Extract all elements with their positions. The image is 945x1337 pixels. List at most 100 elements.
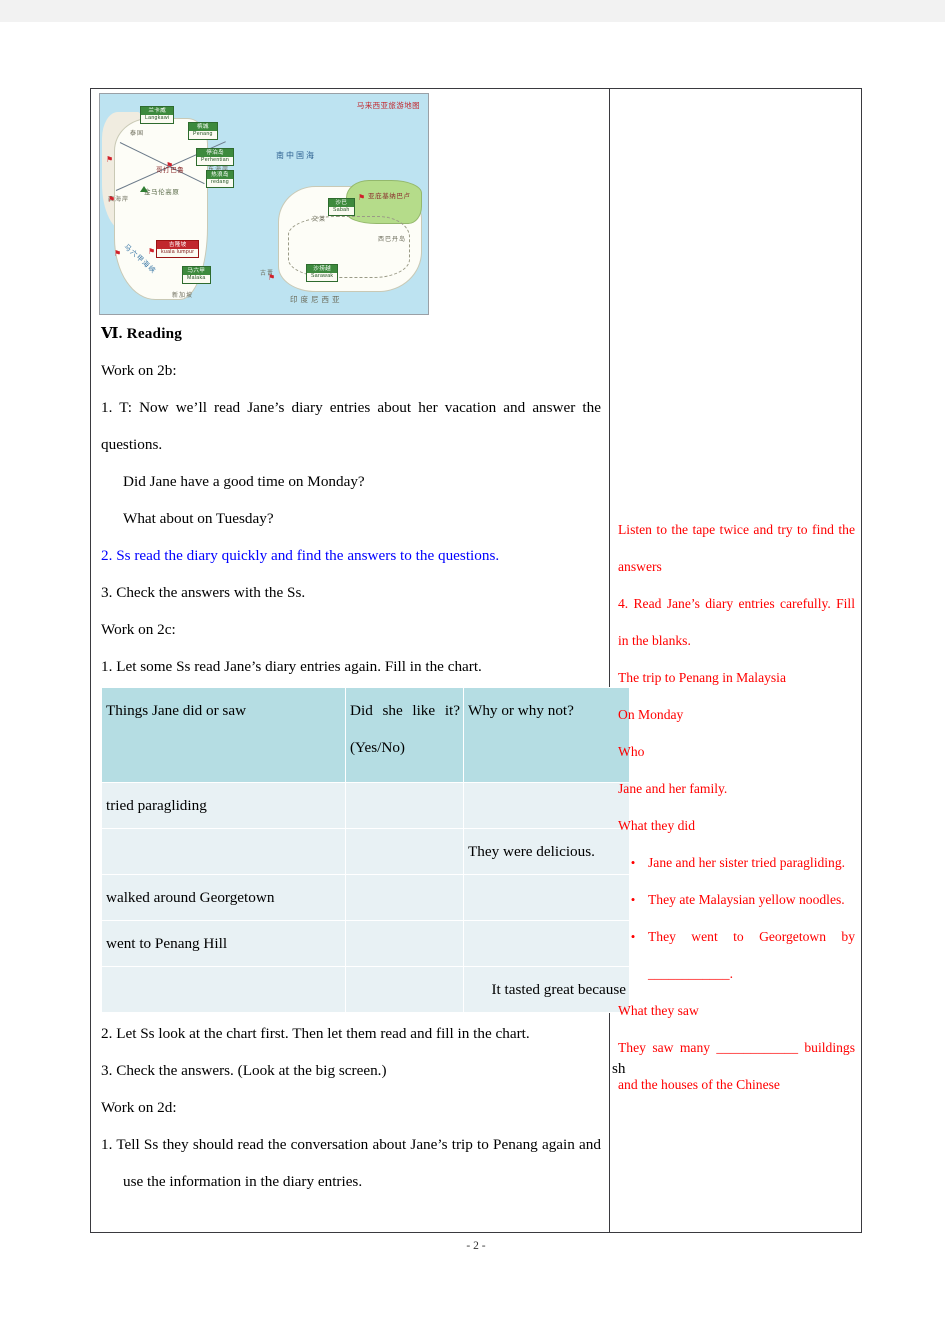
map-place-cn-langkawi: 兰卡威	[141, 107, 174, 116]
table-header-why: Why or why not?	[463, 687, 630, 783]
map-place-cn-perhentian: 停泊岛	[197, 149, 234, 158]
cell-like-2	[345, 828, 464, 875]
right-note-step-4: 4. Read Jane’s diary entries carefully. …	[618, 596, 859, 648]
table-header-row: Things Jane did or saw Did she like it? …	[101, 687, 630, 783]
map-place-en-penang: Penang	[189, 131, 217, 140]
map-place-en-perhentian: Perhentian	[197, 157, 234, 166]
right-note-who-answer: Jane and her family.	[618, 781, 728, 796]
map-place-label-sabah: 沙巴 Sabah	[328, 198, 355, 217]
map-label-singapore: 新加坡	[172, 293, 194, 299]
step-2b-3: 3. Check the answers with the Ss.	[101, 584, 306, 601]
table-row: tried paragliding	[101, 782, 630, 829]
map-flag-icon-6: ⚑	[358, 193, 366, 202]
cell-thing-1: tried paragliding	[101, 782, 346, 829]
map-place-cn-penang: 槟城	[189, 123, 217, 132]
step-2d-1: 1. Tell Ss they should read the conversa…	[101, 1136, 605, 1190]
cell-like-3	[345, 874, 464, 921]
table-header-did-she-like: Did she like it? (Yes/No)	[345, 687, 464, 783]
right-note-who-heading: Who	[618, 744, 645, 759]
work-on-2c-label: Work on 2c:	[101, 621, 176, 638]
table-row: walked around Georgetown	[101, 874, 630, 921]
page-top-margin-strip	[0, 0, 945, 22]
table-row: It tasted great because	[101, 966, 630, 1013]
cell-thing-4: went to Penang Hill	[101, 920, 346, 967]
map-place-label-perhentian: 停泊岛 Perhentian	[196, 148, 235, 167]
right-note-what-they-saw-answer: They saw many ____________ buildings and…	[618, 1040, 859, 1092]
map-flag-icon-5: ⚑	[148, 247, 156, 256]
right-bullet-paragliding: Jane and her sister tried paragliding.	[648, 855, 846, 870]
right-note-what-they-saw-heading: What they saw	[618, 1003, 699, 1018]
right-bullet-noodles: They ate Malaysian yellow noodles.	[648, 892, 845, 907]
malaysia-tourism-map-image: 马来西亚旅游地图 南中国海 马六甲海峡 泰国 东海岸 西海岸 新加坡 印度尼西亚…	[99, 93, 429, 315]
work-on-2b-label: Work on 2b:	[101, 362, 177, 379]
question-monday: Did Jane have a good time on Monday?	[123, 473, 365, 490]
map-place-en-redang: redang	[207, 179, 233, 188]
right-note-trip-title: The trip to Penang in Malaysia	[618, 670, 786, 685]
map-city-kota-kinabalu: 亚庇基纳巴卢	[368, 193, 411, 200]
bullet-dot-icon: •	[630, 929, 636, 944]
table-row: went to Penang Hill	[101, 920, 630, 967]
map-place-label-sarawak: 沙捞越 Sarawak	[306, 264, 339, 283]
table-row: They were delicious.	[101, 828, 630, 875]
right-bullet-item: • They went to Georgetown by ___________…	[618, 918, 855, 992]
right-note-on-monday: On Monday	[618, 707, 684, 722]
map-place-label-malaka: 马六甲 Malaka	[182, 266, 211, 285]
cell-like-1	[345, 782, 464, 829]
map-flag-icon-2: ⚑	[108, 195, 116, 204]
map-sea-label-south-china-sea: 南中国海	[276, 151, 316, 160]
diary-chart-table: Things Jane did or saw Did she like it? …	[101, 687, 630, 1013]
map-mountain-icon	[140, 186, 148, 192]
cell-thing-2	[101, 828, 346, 875]
document-page: 马来西亚旅游地图 南中国海 马六甲海峡 泰国 东海岸 西海岸 新加坡 印度尼西亚…	[0, 0, 945, 1337]
right-bullet-georgetown: They went to Georgetown by ____________.	[648, 929, 859, 981]
cell-like-5	[345, 966, 464, 1013]
map-place-en-langkawi: Langkawi	[141, 115, 174, 124]
map-place-cn-sabah: 沙巴	[329, 199, 354, 208]
map-place-en-sabah: Sabah	[329, 207, 354, 216]
map-title-label: 马来西亚旅游地图	[356, 101, 420, 110]
step-2c-2: 2. Let Ss look at the chart first. Then …	[101, 1025, 530, 1042]
step-2c-3: 3. Check the answers. (Look at the big s…	[101, 1062, 387, 1079]
right-note-listen-tape: Listen to the tape twice and try to find…	[618, 522, 859, 574]
cell-why-5: It tasted great because	[463, 966, 630, 1013]
right-column-text: Listen to the tape twice and try to find…	[610, 89, 861, 1103]
map-label-brunei: 文莱	[312, 217, 327, 223]
right-column: Listen to the tape twice and try to find…	[610, 89, 861, 1232]
cell-why-3	[463, 874, 630, 921]
bullet-dot-icon: •	[630, 892, 636, 907]
section-heading-reading: Ⅵ. Reading	[101, 325, 183, 342]
right-bullet-item: • They ate Malaysian yellow noodles.	[618, 881, 855, 918]
map-place-en-kuala-lumpur: kuala lumpur	[157, 249, 199, 258]
map-flag-icon-1: ⚑	[106, 155, 114, 164]
right-column-top-spacer	[618, 89, 855, 511]
map-place-label-penang: 槟城 Penang	[188, 122, 218, 141]
map-label-thailand: 泰国	[130, 131, 145, 137]
map-place-label-kuala-lumpur: 吉隆坡 kuala lumpur	[156, 240, 200, 259]
step-2b-1: 1. T: Now we’ll read Jane’s diary entrie…	[101, 399, 605, 453]
map-flag-icon-3: ⚑	[114, 249, 122, 258]
cell-why-1	[463, 782, 630, 829]
right-note-what-they-did-heading: What they did	[618, 818, 696, 833]
map-label-indonesia: 印度尼西亚	[290, 295, 343, 304]
map-place-label-langkawi: 兰卡威 Langkawi	[140, 106, 175, 125]
step-2b-2: 2. Ss read the diary quickly and find th…	[101, 547, 500, 564]
map-flag-icon-7: ⚑	[268, 273, 276, 282]
map-place-cn-kuala-lumpur: 吉隆坡	[157, 241, 199, 250]
step-2c-1: 1. Let some Ss read Jane’s diary entries…	[101, 658, 482, 675]
cell-thing-5	[101, 966, 346, 1013]
right-bullet-item: • Jane and her sister tried paragliding.	[618, 844, 855, 881]
table-header-things: Things Jane did or saw	[101, 687, 346, 783]
map-place-en-malaka: Malaka	[183, 275, 210, 284]
map-flag-icon-4: ⚑	[166, 161, 174, 170]
map-city-cameron-highlands: 金马伦高原	[144, 189, 180, 196]
left-column: 马来西亚旅游地图 南中国海 马六甲海峡 泰国 东海岸 西海岸 新加坡 印度尼西亚…	[91, 89, 630, 1232]
map-place-cn-malaka: 马六甲	[183, 267, 210, 276]
bullet-dot-icon: •	[630, 855, 636, 870]
map-place-en-sarawak: Sarawak	[307, 273, 338, 282]
map-place-label-redang: 热浪岛 redang	[206, 170, 234, 189]
map-label-sipadan: 西巴丹岛	[378, 237, 407, 243]
question-tuesday: What about on Tuesday?	[123, 510, 274, 527]
map-place-cn-sarawak: 沙捞越	[307, 265, 338, 274]
cell-why-2: They were delicious.	[463, 828, 630, 875]
chart-overflow-fragment: sh	[612, 1060, 626, 1077]
